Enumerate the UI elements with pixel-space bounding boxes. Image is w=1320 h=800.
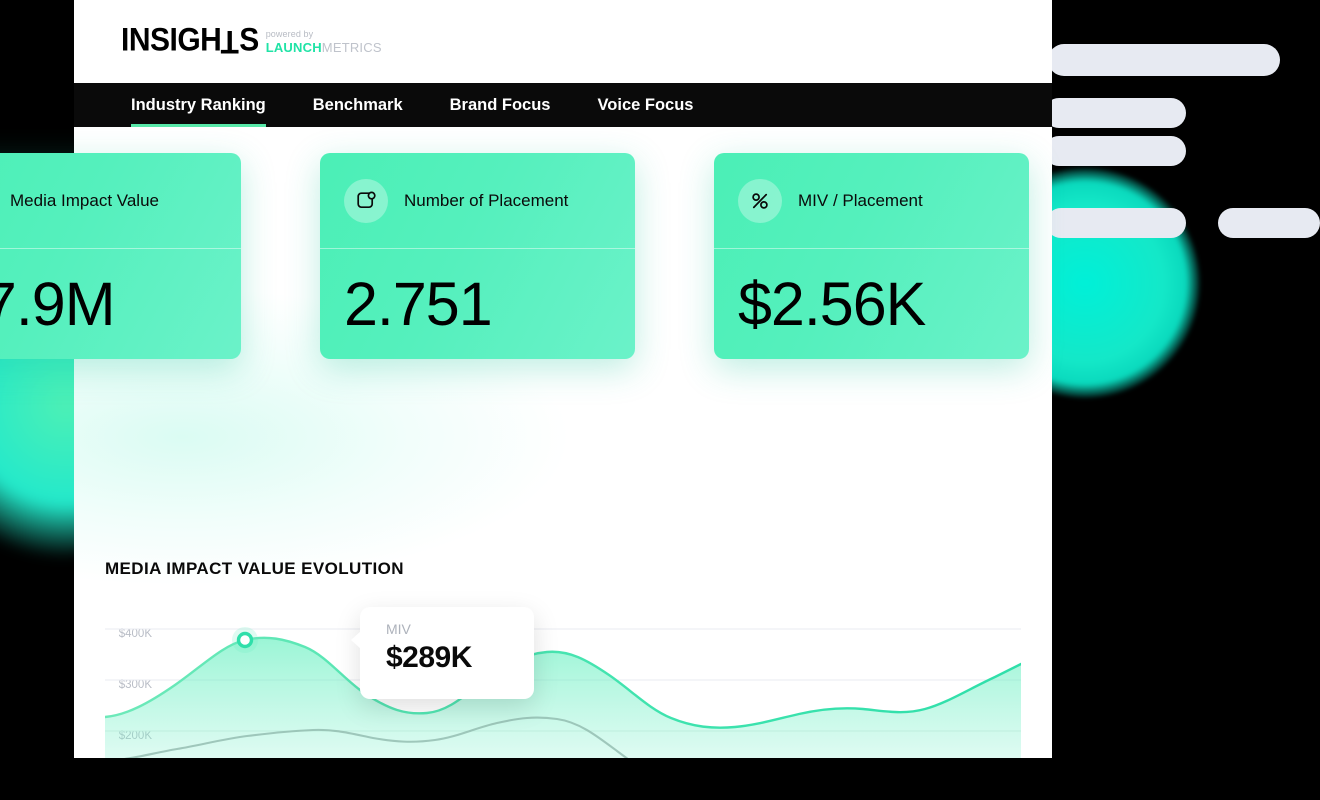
kpi-value: $7.9M bbox=[0, 269, 116, 338]
percent-icon bbox=[738, 178, 782, 223]
main-navigation: Industry Ranking Benchmark Brand Focus V… bbox=[74, 83, 1052, 127]
tab-industry-ranking[interactable]: Industry Ranking bbox=[131, 83, 266, 127]
series-miv-area bbox=[105, 637, 1021, 758]
kpi-header: MIV / Placement bbox=[714, 153, 1029, 249]
tab-voice-focus[interactable]: Voice Focus bbox=[598, 83, 694, 127]
tooltip-label: MIV bbox=[386, 621, 411, 637]
tab-voice-focus-label: Voice Focus bbox=[597, 95, 694, 114]
tab-industry-ranking-label: Industry Ranking bbox=[131, 95, 266, 114]
screenshot-stage: INSIGHTS powered by LAUNCHMETRICS Indust… bbox=[0, 0, 1320, 800]
kpi-card-row: $ Media Impact Value $7.9M Number of Pla… bbox=[0, 153, 1246, 359]
tab-brand-focus[interactable]: Brand Focus bbox=[450, 83, 551, 127]
logo-wordmark-tail: S bbox=[239, 21, 259, 58]
chart-tooltip: MIV $289K bbox=[351, 607, 534, 699]
kpi-header: $ Media Impact Value bbox=[0, 153, 241, 249]
chart-plot-area bbox=[105, 603, 1021, 758]
app-header: INSIGHTS powered by LAUNCHMETRICS bbox=[74, 0, 1052, 83]
tab-benchmark[interactable]: Benchmark bbox=[313, 83, 403, 127]
dashboard-window: INSIGHTS powered by LAUNCHMETRICS Indust… bbox=[74, 0, 1052, 758]
kpi-label: MIV / Placement bbox=[798, 190, 923, 210]
kpi-card-number-of-placement[interactable]: Number of Placement 2.751 bbox=[320, 153, 635, 359]
logo-wordmark-flipped-letter: T bbox=[221, 23, 240, 59]
chart-point-marker bbox=[236, 631, 254, 649]
kpi-value: $2.56K bbox=[738, 269, 926, 338]
logo-wordmark: INSIGHTS bbox=[121, 21, 259, 59]
kpi-label: Number of Placement bbox=[404, 190, 569, 210]
kpi-header: Number of Placement bbox=[320, 153, 635, 249]
kpi-value: 2.751 bbox=[344, 269, 493, 338]
tab-benchmark-label: Benchmark bbox=[312, 95, 403, 114]
logo-wordmark-main: INSIGH bbox=[121, 21, 222, 58]
kpi-card-media-impact-value[interactable]: $ Media Impact Value $7.9M bbox=[0, 153, 241, 359]
chart-section: MEDIA IMPACT VALUE EVOLUTION $400K $300K… bbox=[74, 493, 1052, 758]
kpi-label: Media Impact Value bbox=[10, 190, 159, 210]
insights-logo: INSIGHTS powered by LAUNCHMETRICS bbox=[121, 21, 382, 59]
chart-title: MEDIA IMPACT VALUE EVOLUTION bbox=[105, 559, 404, 578]
chart-svg bbox=[105, 627, 1021, 758]
logo-powered-by: powered by bbox=[265, 28, 314, 39]
placement-icon bbox=[344, 178, 388, 223]
logo-launch-text: LAUNCH bbox=[265, 39, 322, 55]
tab-brand-focus-label: Brand Focus bbox=[449, 95, 551, 114]
logo-launchmetrics: LAUNCHMETRICS bbox=[266, 40, 382, 55]
logo-byline: powered by LAUNCHMETRICS bbox=[265, 28, 382, 56]
decorative-pill-2 bbox=[1044, 98, 1186, 128]
decorative-pill-1 bbox=[1048, 44, 1280, 76]
kpi-card-miv-per-placement[interactable]: MIV / Placement $2.56K bbox=[714, 153, 1029, 359]
logo-metrics-text: METRICS bbox=[321, 39, 382, 55]
tooltip-value: $289K bbox=[386, 641, 472, 674]
